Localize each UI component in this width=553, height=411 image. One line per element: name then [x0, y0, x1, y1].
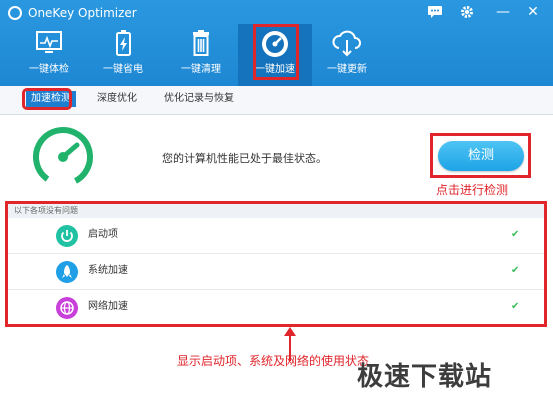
- tab-deep-optimize[interactable]: 深度优化: [97, 92, 137, 106]
- annotation-click-detect: 点击进行检测: [436, 183, 509, 197]
- speedometer-gauge-icon: [33, 127, 93, 187]
- annotation-box-list: [5, 201, 547, 327]
- cloud-download-icon: [332, 30, 361, 57]
- toolbar-clean[interactable]: 一键清理: [164, 24, 238, 86]
- app-logo-icon: [8, 6, 22, 20]
- toolbar-checkup[interactable]: 一键体检: [12, 24, 86, 86]
- monitor-icon: [36, 31, 62, 53]
- trash-icon: [193, 30, 209, 56]
- annotation-box-tab: [22, 88, 72, 110]
- toolbar-update[interactable]: 一键更新: [310, 24, 384, 86]
- status-message: 您的计算机性能已处于最佳状态。: [162, 152, 327, 165]
- toolbar-label: 一键体检: [29, 64, 69, 75]
- close-icon[interactable]: ✕: [522, 2, 544, 22]
- battery-icon: [116, 30, 131, 56]
- tab-bar: 加速检测 深度优化 优化记录与恢复: [0, 86, 553, 115]
- message-icon[interactable]: [424, 2, 446, 22]
- annotation-show-status: 显示启动项、系统及网络的使用状态: [177, 354, 370, 368]
- toolbar-power-save[interactable]: 一键省电: [86, 24, 160, 86]
- annotation-box-speedup: [253, 24, 299, 80]
- watermark-text: 极速下载站: [357, 362, 493, 392]
- minimize-icon[interactable]: —: [492, 2, 514, 22]
- tab-optimize-history[interactable]: 优化记录与恢复: [164, 92, 234, 106]
- toolbar-label: 一键清理: [181, 64, 221, 75]
- toolbar-label: 一键更新: [327, 64, 367, 75]
- annotation-box-detect: [430, 133, 531, 178]
- gear-icon[interactable]: [456, 2, 478, 22]
- app-title: OneKey Optimizer: [28, 6, 137, 20]
- toolbar-label: 一键省电: [103, 64, 143, 75]
